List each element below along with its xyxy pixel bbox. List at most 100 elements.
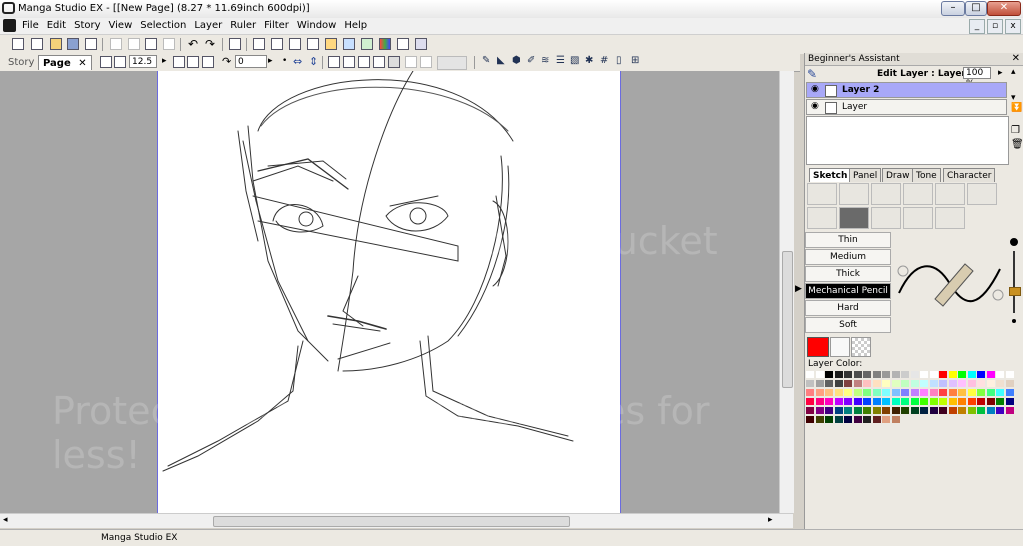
delete-icon[interactable] xyxy=(163,38,175,50)
transparency-icon[interactable] xyxy=(388,56,400,68)
size-slider-thumb[interactable] xyxy=(1009,287,1021,296)
palette-swatch[interactable] xyxy=(977,371,985,378)
palette-swatch[interactable] xyxy=(910,380,919,387)
reset-rotation-icon[interactable] xyxy=(202,56,214,68)
rotate-arrow-icon[interactable]: ↷ xyxy=(222,55,231,68)
palette-swatch[interactable] xyxy=(996,389,1004,396)
palette-swatch[interactable] xyxy=(834,371,843,378)
palette-swatch[interactable] xyxy=(948,380,957,387)
navigator-icon[interactable] xyxy=(343,38,355,50)
palette-swatch[interactable] xyxy=(806,380,814,387)
color-icon[interactable] xyxy=(379,38,391,50)
flip-horizontal-icon[interactable]: ⇔ xyxy=(293,55,302,68)
palette-swatch[interactable] xyxy=(939,389,947,396)
palette-swatch[interactable] xyxy=(872,380,881,387)
palette-swatch[interactable] xyxy=(825,380,833,387)
layer-row[interactable]: ◉ Layer xyxy=(806,99,1007,115)
tab-panel[interactable]: Panel xyxy=(849,168,882,182)
story-view-icon[interactable] xyxy=(289,38,301,50)
menu-filter[interactable]: Filter xyxy=(264,20,289,31)
palette-swatch[interactable] xyxy=(853,407,862,414)
palette-swatch[interactable] xyxy=(948,407,957,414)
visibility-eye-icon[interactable]: ◉ xyxy=(811,84,819,94)
palette-swatch[interactable] xyxy=(806,371,814,378)
eraser-tool-icon[interactable] xyxy=(871,207,901,229)
zoom-dropdown-icon[interactable]: ▸ xyxy=(162,56,167,66)
palette-swatch[interactable] xyxy=(901,398,909,405)
drawing-page[interactable] xyxy=(157,71,621,513)
palette-swatch[interactable] xyxy=(863,380,871,387)
trash-icon[interactable]: 🗑 xyxy=(1011,139,1023,150)
menu-help[interactable]: Help xyxy=(344,20,367,31)
palette-swatch[interactable] xyxy=(882,407,890,414)
panel-close-icon[interactable]: ✕ xyxy=(1012,53,1020,64)
palette-swatch[interactable] xyxy=(967,380,976,387)
palette-swatch[interactable] xyxy=(844,380,852,387)
palette-swatch[interactable] xyxy=(901,371,909,378)
palette-swatch[interactable] xyxy=(901,389,909,396)
menu-edit[interactable]: Edit xyxy=(47,20,66,31)
spread-view-icon[interactable] xyxy=(271,38,283,50)
palette-swatch[interactable] xyxy=(996,407,1004,414)
line-tool-icon[interactable] xyxy=(903,183,933,205)
palette-swatch[interactable] xyxy=(901,407,909,414)
palette-swatch[interactable] xyxy=(863,371,871,378)
palette-swatch[interactable] xyxy=(929,407,938,414)
maximize-button[interactable]: □ xyxy=(965,1,987,16)
palette-swatch[interactable] xyxy=(939,398,947,405)
new-story-icon[interactable] xyxy=(12,38,24,50)
flip-vertical-icon[interactable]: ⇕ xyxy=(309,55,318,68)
palette-swatch[interactable] xyxy=(910,398,919,405)
mask-icon[interactable] xyxy=(420,56,432,68)
menu-layer[interactable]: Layer xyxy=(194,20,222,31)
scroll-right-arrow-icon[interactable]: ▸ xyxy=(768,515,773,525)
palette-swatch[interactable] xyxy=(815,389,824,396)
sub-color-swatch[interactable] xyxy=(830,337,850,357)
palette-swatch[interactable] xyxy=(929,398,938,405)
rotate-right-icon[interactable] xyxy=(187,56,199,68)
panel-ruler-icon[interactable]: ▯ xyxy=(616,55,622,66)
pen-tool-icon[interactable] xyxy=(807,207,837,229)
grid-icon[interactable] xyxy=(343,56,355,68)
palette-swatch[interactable] xyxy=(958,380,966,387)
palette-swatch[interactable] xyxy=(929,380,938,387)
palette-swatch[interactable] xyxy=(958,389,966,396)
save-icon[interactable] xyxy=(67,38,79,50)
guide-icon[interactable] xyxy=(358,56,370,68)
palette-swatch[interactable] xyxy=(882,416,890,423)
palette-swatch[interactable] xyxy=(834,389,843,396)
focus-lines-icon[interactable]: ✱ xyxy=(585,55,593,66)
vertical-scrollbar[interactable] xyxy=(779,71,794,513)
palette-swatch[interactable] xyxy=(844,398,852,405)
preset-mechanical-pencil[interactable]: Mechanical Pencil xyxy=(805,283,891,299)
palette-swatch[interactable] xyxy=(929,389,938,396)
palette-swatch[interactable] xyxy=(929,371,938,378)
preset-thin[interactable]: Thin xyxy=(805,232,891,248)
page-view-icon[interactable] xyxy=(253,38,265,50)
scroll-bottom-icon[interactable]: ⏬ xyxy=(1011,103,1022,113)
palette-swatch[interactable] xyxy=(872,398,881,405)
split-icon[interactable]: ⊞ xyxy=(631,55,639,66)
palette-swatch[interactable] xyxy=(977,389,985,396)
open-icon[interactable] xyxy=(50,38,62,50)
palette-swatch[interactable] xyxy=(806,416,814,423)
palette-swatch[interactable] xyxy=(967,398,976,405)
palette-swatch[interactable] xyxy=(806,389,814,396)
opacity-field[interactable] xyxy=(437,56,467,70)
layer-row[interactable]: ◉ Layer 2 xyxy=(806,82,1007,98)
palette-swatch[interactable] xyxy=(872,371,881,378)
palette-swatch[interactable] xyxy=(967,389,976,396)
cross-hatch-icon[interactable]: # xyxy=(600,55,608,66)
palette-swatch[interactable] xyxy=(844,389,852,396)
material-icon[interactable] xyxy=(325,38,337,50)
menu-file[interactable]: File xyxy=(22,20,39,31)
zoom-step-icon[interactable]: ▸ xyxy=(998,68,1003,78)
preset-soft[interactable]: Soft xyxy=(805,317,891,333)
palette-swatch[interactable] xyxy=(920,398,928,405)
triangle-ruler-icon[interactable]: ◣ xyxy=(497,55,505,66)
palette-swatch[interactable] xyxy=(939,380,947,387)
palette-swatch[interactable] xyxy=(853,398,862,405)
palette-swatch[interactable] xyxy=(939,371,947,378)
ruler-icon[interactable] xyxy=(328,56,340,68)
palette-swatch[interactable] xyxy=(815,398,824,405)
